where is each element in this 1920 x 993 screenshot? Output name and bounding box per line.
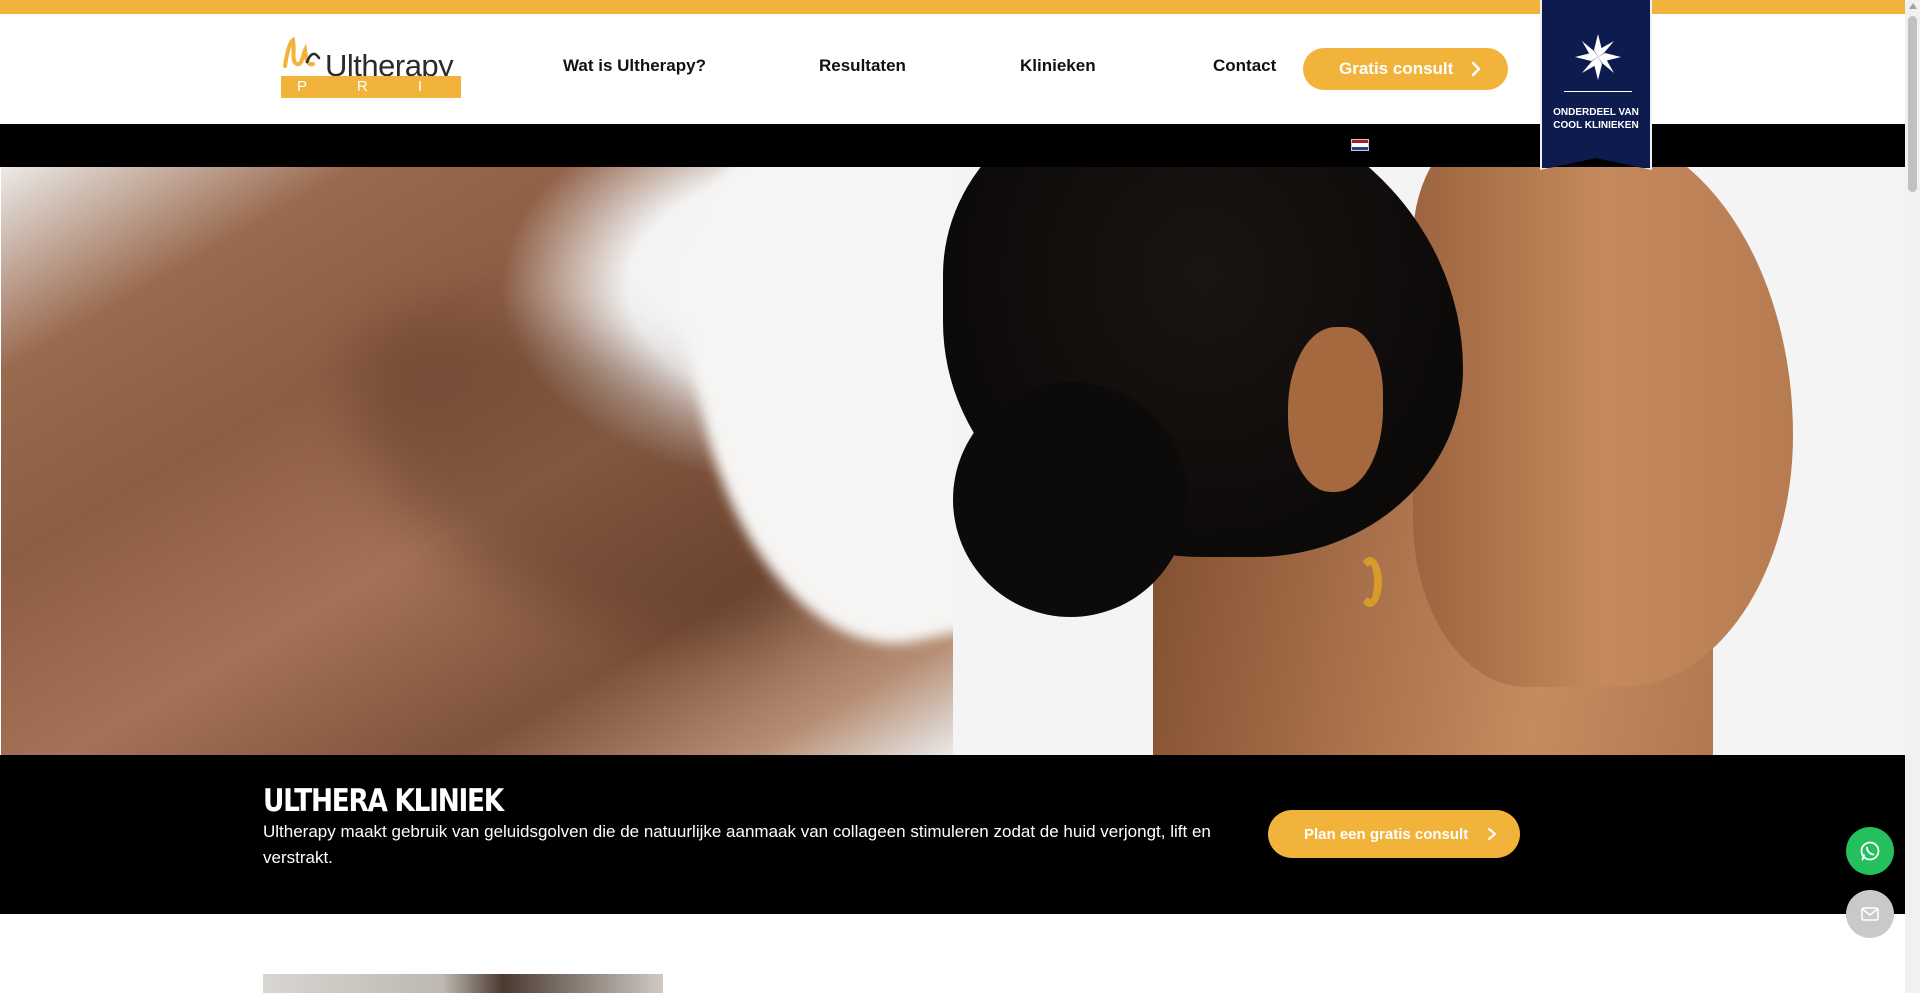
scroll-up-arrow-icon[interactable]: [1908, 3, 1917, 9]
earring: [1358, 557, 1382, 607]
snowflake-star-icon: [1575, 34, 1621, 80]
nav-klinieken[interactable]: Klinieken: [1020, 56, 1096, 76]
plan-consult-label: Plan een gratis consult: [1304, 825, 1469, 843]
mail-icon: [1861, 907, 1879, 921]
hero-images: [0, 167, 1905, 755]
gratis-consult-label: Gratis consult: [1339, 59, 1454, 78]
nav-contact[interactable]: Contact: [1213, 56, 1276, 76]
nav-resultaten[interactable]: Resultaten: [819, 56, 906, 76]
page-scrollbar[interactable]: [1905, 0, 1920, 993]
plan-consult-button[interactable]: Plan een gratis consult: [1268, 810, 1520, 858]
whatsapp-button[interactable]: [1846, 827, 1894, 875]
logo-prime-band: P R I M E: [281, 76, 461, 117]
chevron-right-icon: [1488, 828, 1496, 840]
badge-text: ONDERDEEL VAN COOL KLINIEKEN: [1542, 106, 1650, 132]
nav-wat-is-ultherapy[interactable]: Wat is Ultherapy?: [563, 56, 706, 76]
cool-klinieken-badge[interactable]: ONDERDEEL VAN COOL KLINIEKEN: [1540, 0, 1652, 170]
intro-text: Ultherapy maakt gebruik van geluidsgolve…: [263, 822, 1211, 867]
nl-flag-icon[interactable]: [1351, 139, 1369, 151]
whatsapp-icon: [1860, 841, 1880, 861]
hero-image-neck: [1, 167, 1072, 755]
scrollbar-thumb[interactable]: [1908, 16, 1917, 192]
info-band: ULTHERA KLINIEK Ultherapy maakt gebruik …: [0, 755, 1905, 914]
logo-mark-icon: [283, 36, 321, 68]
page-title: ULTHERA KLINIEK: [263, 783, 504, 819]
badge-line-2: COOL KLINIEKEN: [1553, 120, 1639, 131]
hero-image-profile: [943, 167, 1905, 755]
chevron-right-icon: [1471, 61, 1481, 77]
content-image-thumbnail: [263, 974, 663, 993]
gratis-consult-button[interactable]: Gratis consult: [1303, 48, 1508, 90]
badge-divider: [1564, 91, 1632, 92]
badge-line-1: ONDERDEEL VAN: [1553, 107, 1639, 118]
mail-button[interactable]: [1846, 890, 1894, 938]
ultherapy-prime-logo[interactable]: Ultherapy P R I M E: [281, 36, 461, 117]
